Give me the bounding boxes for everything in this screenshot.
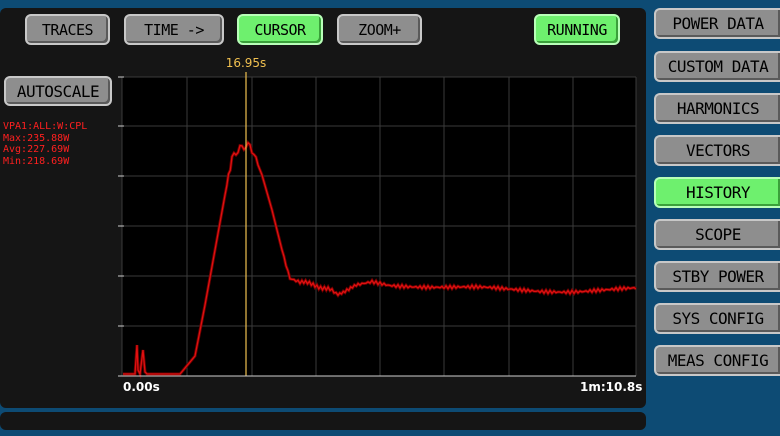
side-menu-history-button[interactable]: HISTORY (654, 177, 780, 208)
side-menu-sys-config-button[interactable]: SYS CONFIG (654, 303, 780, 334)
side-menu-power-data-button[interactable]: POWER DATA (654, 8, 780, 39)
side-menu-vectors-button[interactable]: VECTORS (654, 135, 780, 166)
axis-end-label: 1m:10.8s (580, 380, 643, 394)
side-menu-stby-power-button[interactable]: STBY POWER (654, 261, 780, 292)
axis-start-label: 0.00s (123, 380, 160, 394)
side-menu-meas-config-button[interactable]: MEAS CONFIG (654, 345, 780, 376)
side-menu-harmonics-button[interactable]: HARMONICS (654, 93, 780, 124)
side-menu-custom-data-button[interactable]: CUSTOM DATA (654, 51, 780, 82)
side-menu-scope-button[interactable]: SCOPE (654, 219, 780, 250)
